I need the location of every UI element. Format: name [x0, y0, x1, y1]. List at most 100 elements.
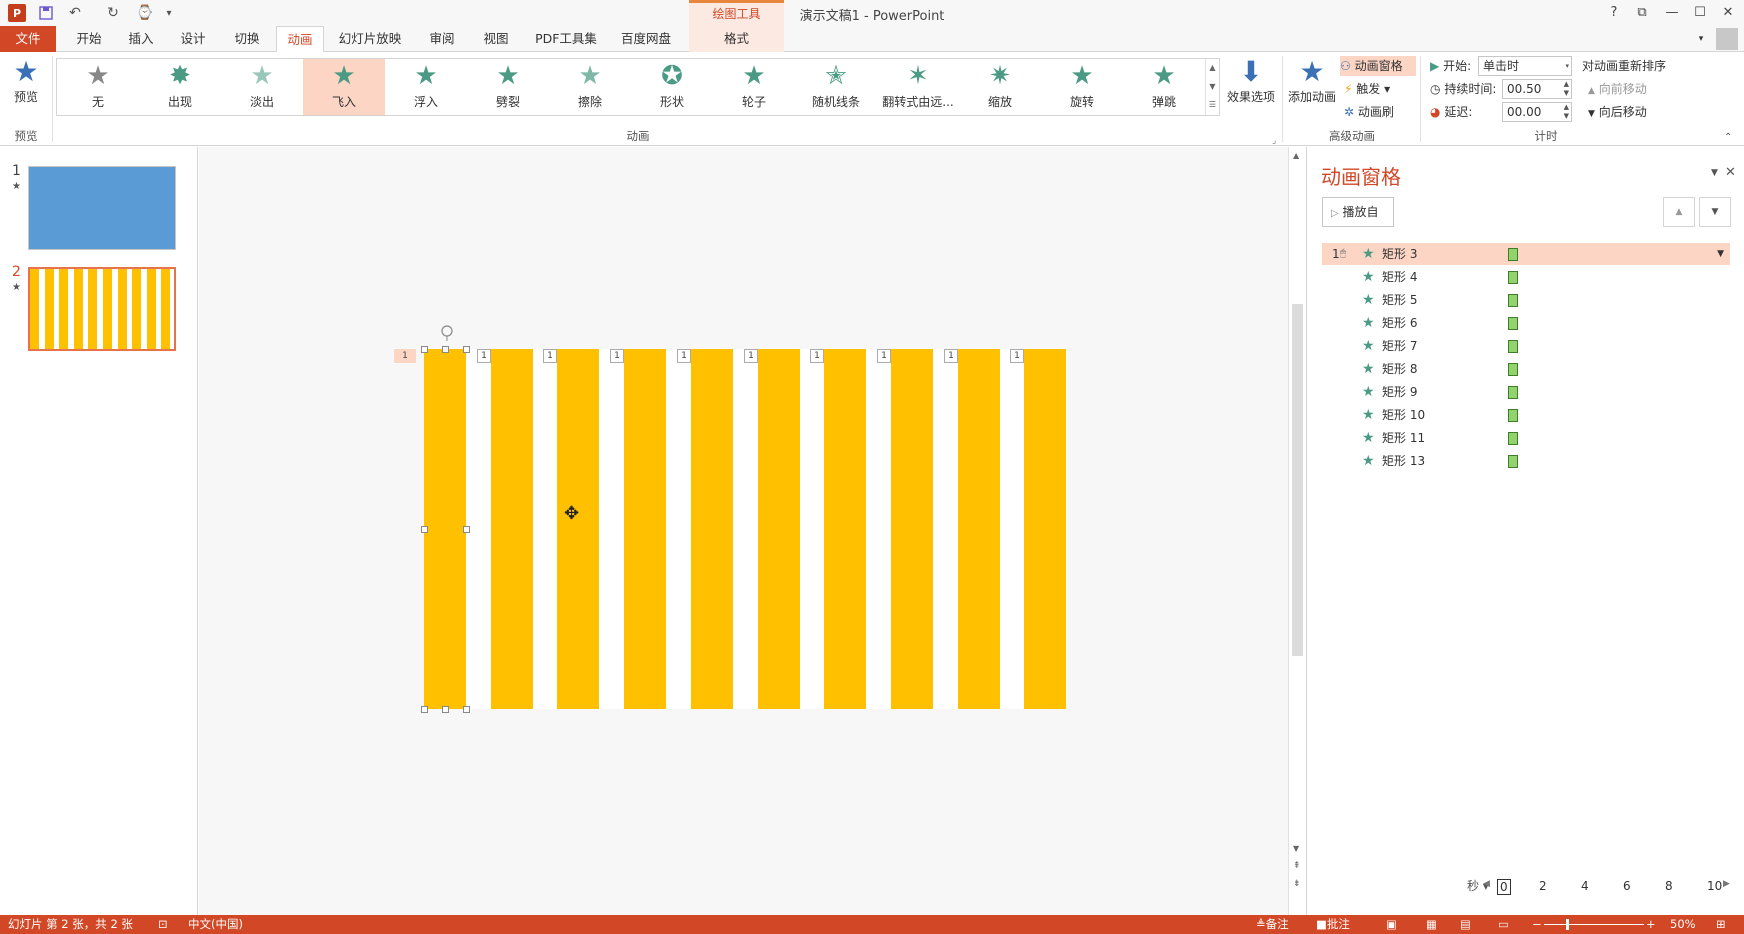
zoom-slider-thumb[interactable] — [1566, 919, 1569, 930]
animation-list-item[interactable]: ★ 矩形 5 — [1322, 289, 1730, 311]
zoom-in-icon[interactable]: + — [1646, 915, 1656, 934]
scrollbar-thumb[interactable] — [1292, 304, 1303, 656]
slide-rectangle[interactable] — [491, 349, 533, 709]
slide-canvas[interactable]: 1 1 1 1 1 1 1 1 1 1 — [394, 325, 1067, 713]
animation-list-item[interactable]: 1 🖱 ★ 矩形 3 ▼ — [1322, 243, 1730, 265]
tab-design[interactable]: 设计 — [170, 26, 216, 52]
move-down-button[interactable]: ▼ — [1699, 197, 1731, 227]
preview-button[interactable]: ★ 预览 — [6, 56, 46, 105]
animation-list-item[interactable]: ★ 矩形 10 — [1322, 404, 1730, 426]
animation-pane-button[interactable]: ⚇ 动画窗格 — [1340, 56, 1416, 76]
dialog-launcher-icon[interactable]: ⌟ — [1272, 136, 1276, 146]
animation-order-tag[interactable]: 1 — [877, 349, 891, 363]
animation-order-tag[interactable]: 1 — [610, 349, 624, 363]
add-animation-button[interactable]: ★ 添加动画 — [1286, 56, 1338, 105]
fit-to-window-icon[interactable]: ⊞ — [1716, 915, 1726, 934]
timeline-left-icon[interactable]: ◀ — [1483, 879, 1490, 889]
timing-bar[interactable] — [1508, 317, 1518, 330]
animation-list-item[interactable]: ★ 矩形 8 — [1322, 358, 1730, 380]
help-button[interactable]: ? — [1602, 3, 1626, 23]
slide-sorter-view-icon[interactable]: ▦ — [1426, 915, 1437, 934]
timing-bar[interactable] — [1508, 409, 1518, 422]
account-dropdown-icon[interactable]: ▾ — [1694, 26, 1708, 52]
animation-painter-button[interactable]: ✲ 动画刷 — [1344, 102, 1394, 122]
effect-appear[interactable]: ✸ 出现 — [139, 59, 221, 115]
previous-slide-icon[interactable]: ⇞ — [1293, 861, 1301, 871]
move-later-button[interactable]: ▼ 向后移动 — [1588, 102, 1647, 122]
start-dropdown[interactable]: 单击时 ▾ — [1478, 56, 1572, 76]
zoom-slider[interactable] — [1544, 924, 1644, 925]
gallery-scroll[interactable]: ▲ ▼ ☰ — [1205, 59, 1219, 115]
pane-options-icon[interactable]: ▼ — [1711, 168, 1718, 178]
scroll-up-icon[interactable]: ▲ — [1293, 151, 1299, 160]
resize-handle[interactable] — [421, 346, 428, 353]
animation-order-tag[interactable]: 1 — [543, 349, 557, 363]
animation-order-tag[interactable]: 1 — [477, 349, 491, 363]
rotate-handle-icon[interactable] — [438, 323, 456, 341]
tab-home[interactable]: 开始 — [66, 26, 112, 52]
timing-bar[interactable] — [1508, 248, 1518, 261]
move-earlier-button[interactable]: ▲ 向前移动 — [1588, 79, 1647, 99]
slide-rectangle[interactable] — [557, 349, 599, 709]
delay-input[interactable]: 00.00 ▲ ▼ — [1502, 102, 1572, 122]
timing-bar[interactable] — [1508, 363, 1518, 376]
language-indicator[interactable]: 中文(中国) — [188, 915, 243, 934]
tab-slideshow[interactable]: 幻灯片放映 — [334, 26, 406, 52]
effect-zoom[interactable]: ✷ 缩放 — [959, 59, 1041, 115]
gallery-up-icon[interactable]: ▲ — [1206, 59, 1219, 78]
animation-order-tag[interactable]: 1 — [810, 349, 824, 363]
pane-close-icon[interactable]: ✕ — [1725, 165, 1736, 180]
tab-transitions[interactable]: 切换 — [222, 26, 272, 52]
slide-rectangle[interactable] — [1024, 349, 1066, 709]
animation-list-item[interactable]: ★ 矩形 6 — [1322, 312, 1730, 334]
timing-bar[interactable] — [1508, 294, 1518, 307]
slide-rectangle[interactable] — [758, 349, 800, 709]
normal-view-icon[interactable]: ▣ — [1386, 915, 1397, 934]
avatar[interactable] — [1716, 28, 1738, 50]
zoom-out-icon[interactable]: − — [1532, 915, 1542, 934]
slide-rectangle[interactable] — [891, 349, 933, 709]
slide-rectangle[interactable] — [624, 349, 666, 709]
effect-float-in[interactable]: ★ 浮入 — [385, 59, 467, 115]
animation-list-item[interactable]: ★ 矩形 9 — [1322, 381, 1730, 403]
spinner-icon[interactable]: ▲ ▼ — [1564, 80, 1569, 98]
tab-pdf-tools[interactable]: PDF工具集 — [528, 26, 604, 52]
ribbon-display-options-button[interactable]: ⧉ — [1630, 3, 1654, 23]
animation-list-item[interactable]: ★ 矩形 4 — [1322, 266, 1730, 288]
slideshow-view-icon[interactable]: ▭ — [1498, 915, 1509, 934]
animation-list-item[interactable]: ★ 矩形 11 — [1322, 427, 1730, 449]
spinner-icon[interactable]: ▲ ▼ — [1564, 103, 1569, 121]
minimize-button[interactable]: — — [1660, 3, 1684, 23]
save-icon[interactable] — [37, 4, 55, 22]
tab-file[interactable]: 文件 — [0, 26, 56, 52]
trigger-button[interactable]: ⚡ 触发 ▾ — [1344, 79, 1390, 99]
tab-animations[interactable]: 动画 — [276, 26, 324, 53]
resize-handle[interactable] — [463, 706, 470, 713]
animation-order-tag[interactable]: 1 — [944, 349, 958, 363]
animation-order-tag[interactable]: 1 — [394, 349, 416, 363]
effect-grow-turn[interactable]: ✶ 翻转式由远... — [877, 59, 959, 115]
reading-view-icon[interactable]: ▤ — [1460, 915, 1471, 934]
effect-swivel[interactable]: ★ 旋转 — [1041, 59, 1123, 115]
slide-thumbnail-2[interactable] — [28, 267, 176, 351]
effect-fade[interactable]: ★ 淡出 — [221, 59, 303, 115]
undo-icon[interactable]: ↶ — [66, 4, 84, 22]
play-from-button[interactable]: ▷ 播放自 — [1322, 197, 1394, 227]
next-slide-icon[interactable]: ⇟ — [1293, 879, 1301, 889]
gallery-more-icon[interactable]: ☰ — [1206, 96, 1219, 115]
resize-handle[interactable] — [421, 526, 428, 533]
slide-rectangle[interactable] — [691, 349, 733, 709]
tab-baidu-netdisk[interactable]: 百度网盘 — [614, 26, 678, 52]
zoom-level[interactable]: 50% — [1670, 915, 1696, 934]
comments-button[interactable]: ■ 批注 — [1316, 915, 1350, 934]
timeline-right-icon[interactable]: ▶ — [1723, 879, 1730, 889]
timing-bar[interactable] — [1508, 455, 1518, 468]
collapse-ribbon-icon[interactable]: ⌃ — [1724, 132, 1732, 143]
notes-button[interactable]: ≜ 备注 — [1256, 915, 1289, 934]
tab-insert[interactable]: 插入 — [118, 26, 164, 52]
effect-wipe[interactable]: ★ 擦除 — [549, 59, 631, 115]
tab-review[interactable]: 审阅 — [420, 26, 464, 52]
move-up-button[interactable]: ▲ — [1663, 197, 1695, 227]
item-dropdown-icon[interactable]: ▼ — [1717, 243, 1724, 265]
resize-handle[interactable] — [463, 526, 470, 533]
